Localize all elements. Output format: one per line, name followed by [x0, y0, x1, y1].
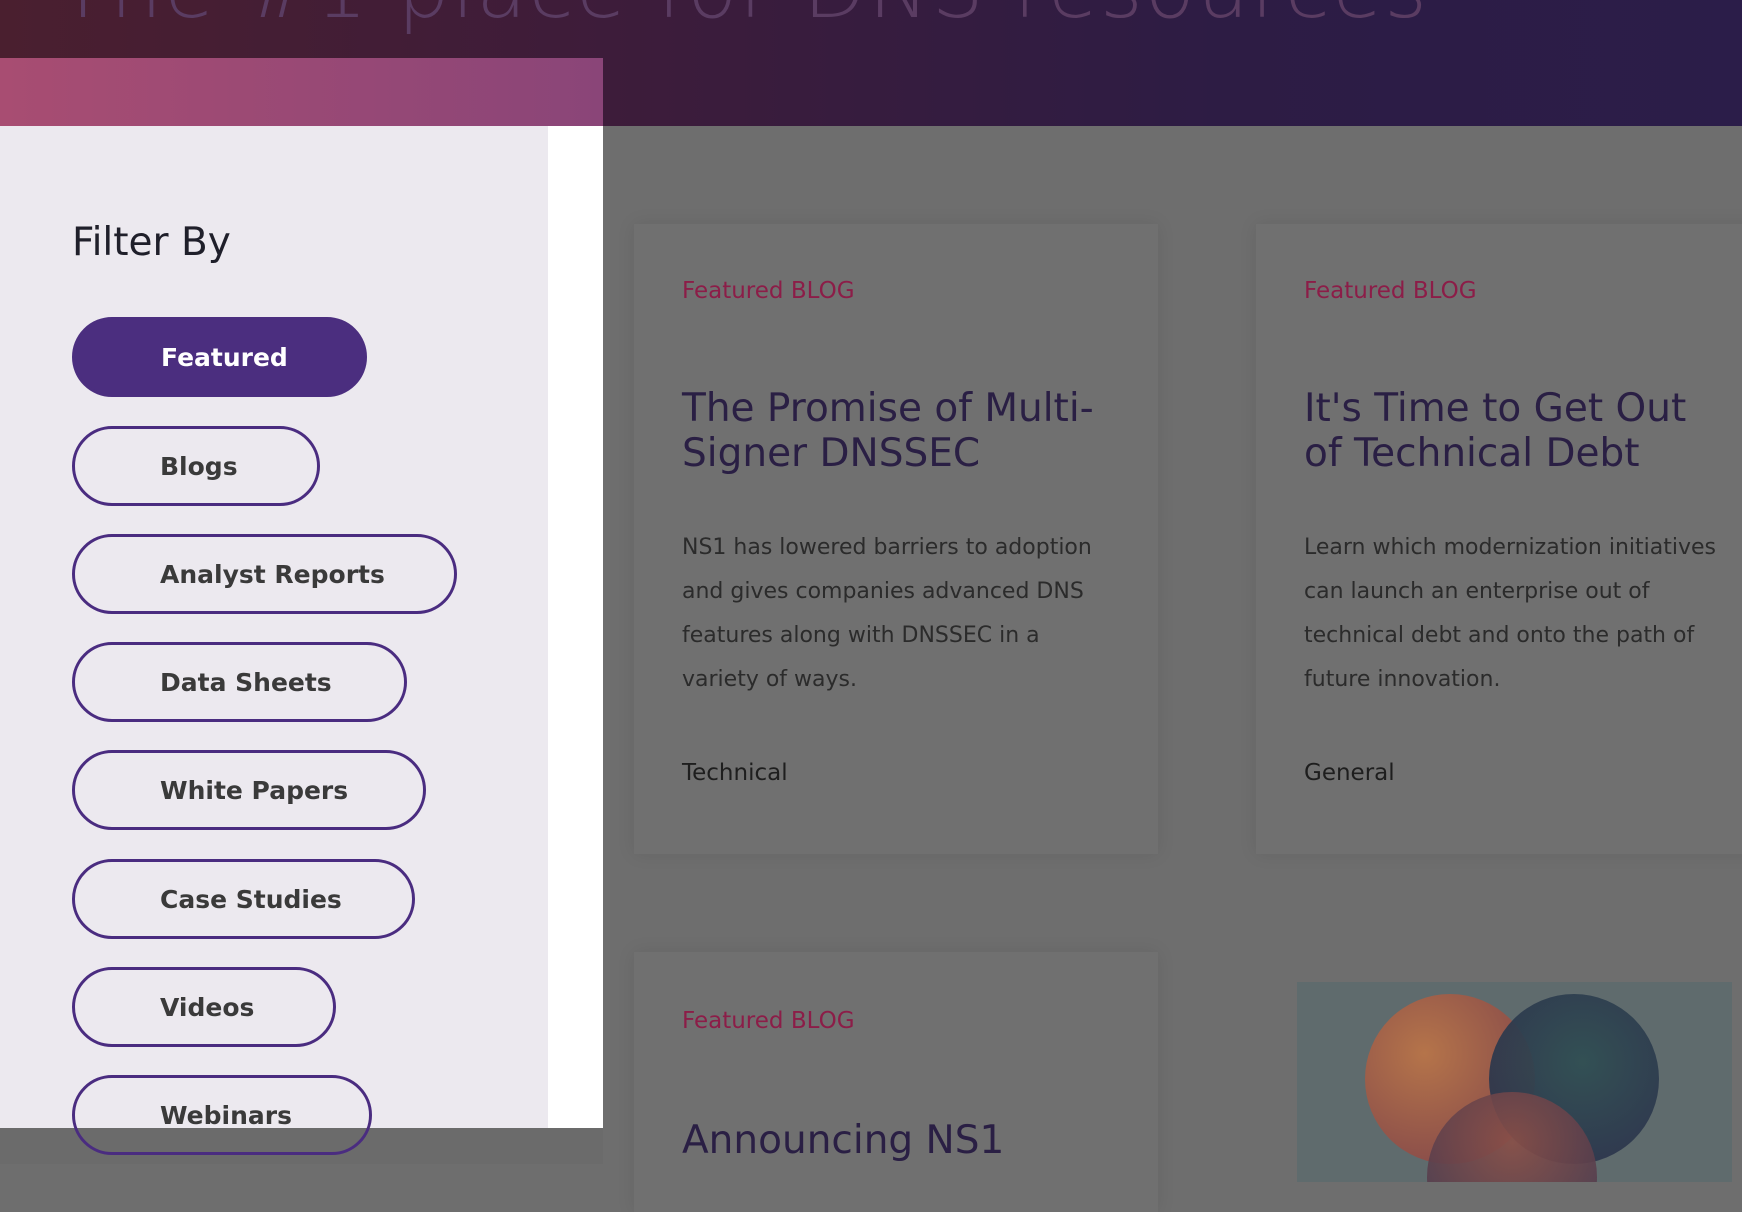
filter-title: Filter By — [72, 220, 231, 265]
card-title[interactable]: Announcing NS1 — [682, 1118, 1112, 1163]
resource-card[interactable]: Featured BLOG The Promise of Multi-Signe… — [634, 224, 1158, 854]
filter-featured-button[interactable]: Featured — [72, 317, 367, 397]
card-title[interactable]: The Promise of Multi-Signer DNSSEC — [682, 386, 1112, 476]
resource-card[interactable]: Featured BLOG It's Time to Get Out of Te… — [1256, 224, 1742, 854]
filter-case-studies-button[interactable]: Case Studies — [72, 859, 415, 939]
card-tag: Technical — [682, 760, 788, 786]
filter-analyst-reports-button[interactable]: Analyst Reports — [72, 534, 457, 614]
card-tag: General — [1304, 760, 1395, 786]
filter-white-papers-button[interactable]: White Papers — [72, 750, 426, 830]
card-description: Learn which modernization initiatives ca… — [1304, 535, 1716, 692]
resource-card-image[interactable] — [1297, 982, 1732, 1182]
sidebar-edge — [548, 126, 603, 1128]
card-eyebrow: Featured BLOG — [682, 1008, 855, 1034]
card-eyebrow: Featured BLOG — [682, 278, 855, 304]
filter-videos-button[interactable]: Videos — [72, 967, 336, 1047]
hero-title: The #1 place for DNS resources — [58, 0, 1429, 37]
hero-accent-bar — [0, 58, 603, 126]
card-title[interactable]: It's Time to Get Out of Technical Debt — [1304, 386, 1734, 476]
filter-webinars-button[interactable]: Webinars — [72, 1075, 372, 1155]
hero-banner: The #1 place for DNS resources — [0, 0, 1742, 126]
card-description: NS1 has lowered barriers to adoption and… — [682, 535, 1092, 692]
resource-card[interactable]: Featured BLOG Announcing NS1 — [634, 952, 1158, 1212]
card-eyebrow: Featured BLOG — [1304, 278, 1477, 304]
filter-blogs-button[interactable]: Blogs — [72, 426, 320, 506]
filter-data-sheets-button[interactable]: Data Sheets — [72, 642, 407, 722]
